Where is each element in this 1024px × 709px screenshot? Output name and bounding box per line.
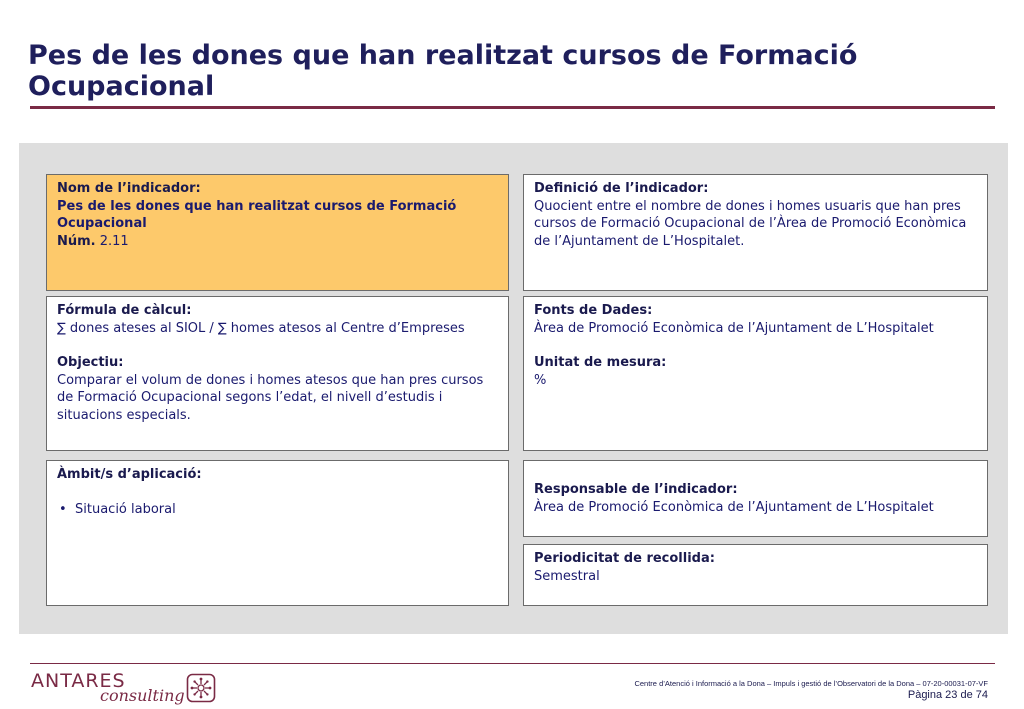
indicator-name-box: Nom de l’indicador: Pes de les dones que… — [46, 174, 509, 291]
scope-list-item: Situació laboral — [57, 501, 498, 519]
formula-label: Fórmula de càlcul: — [57, 303, 192, 318]
indicator-number-value: 2.11 — [95, 233, 129, 249]
brand-emblem-icon — [186, 673, 216, 703]
definition-box: Definició de l’indicador: Quocient entre… — [523, 174, 988, 291]
title-divider — [30, 106, 995, 109]
definition-value: Quocient entre el nombre de dones i home… — [534, 198, 967, 249]
definition-label: Definició de l’indicador: — [534, 181, 709, 196]
footer-reference: Centre d’Atenció i Informació a la Dona … — [634, 679, 988, 688]
data-sources-label: Fonts de Dades: — [534, 303, 653, 318]
brand-logo-subtext: consulting — [100, 686, 185, 705]
periodicity-value: Semestral — [534, 568, 600, 584]
page-number: Pàgina 23 de 74 — [907, 689, 988, 701]
periodicity-label: Periodicitat de recollida: — [534, 551, 715, 566]
scope-label: Àmbit/s d’aplicació: — [57, 467, 202, 482]
page-title: Pes de les dones que han realitzat curso… — [28, 40, 858, 102]
indicator-name-value: Pes de les dones que han realitzat curso… — [57, 198, 457, 232]
unit-label: Unitat de mesura: — [534, 355, 667, 370]
unit-value: % — [534, 372, 547, 388]
scope-box: Àmbit/s d’aplicació: Situació laboral — [46, 460, 509, 606]
indicator-name-label: Nom de l’indicador: — [57, 181, 201, 196]
data-sources-value: Àrea de Promoció Econòmica de l’Ajuntame… — [534, 320, 934, 336]
indicator-number-label: Núm. — [57, 233, 96, 249]
footer-divider — [30, 663, 995, 664]
responsible-box: Responsable de l’indicador: Àrea de Prom… — [523, 460, 988, 537]
formula-value: ∑ dones ateses al SIOL / ∑ homes atesos … — [57, 320, 465, 336]
data-sources-box: Fonts de Dades: Àrea de Promoció Econòmi… — [523, 296, 988, 451]
objective-label: Objectiu: — [57, 355, 124, 370]
periodicity-box: Periodicitat de recollida: Semestral — [523, 544, 988, 606]
scope-list: Situació laboral — [57, 501, 498, 519]
responsible-value: Àrea de Promoció Econòmica de l’Ajuntame… — [534, 499, 934, 515]
responsible-label: Responsable de l’indicador: — [534, 482, 738, 497]
objective-value: Comparar el volum de dones i homes ateso… — [57, 372, 484, 423]
formula-box: Fórmula de càlcul: ∑ dones ateses al SIO… — [46, 296, 509, 451]
